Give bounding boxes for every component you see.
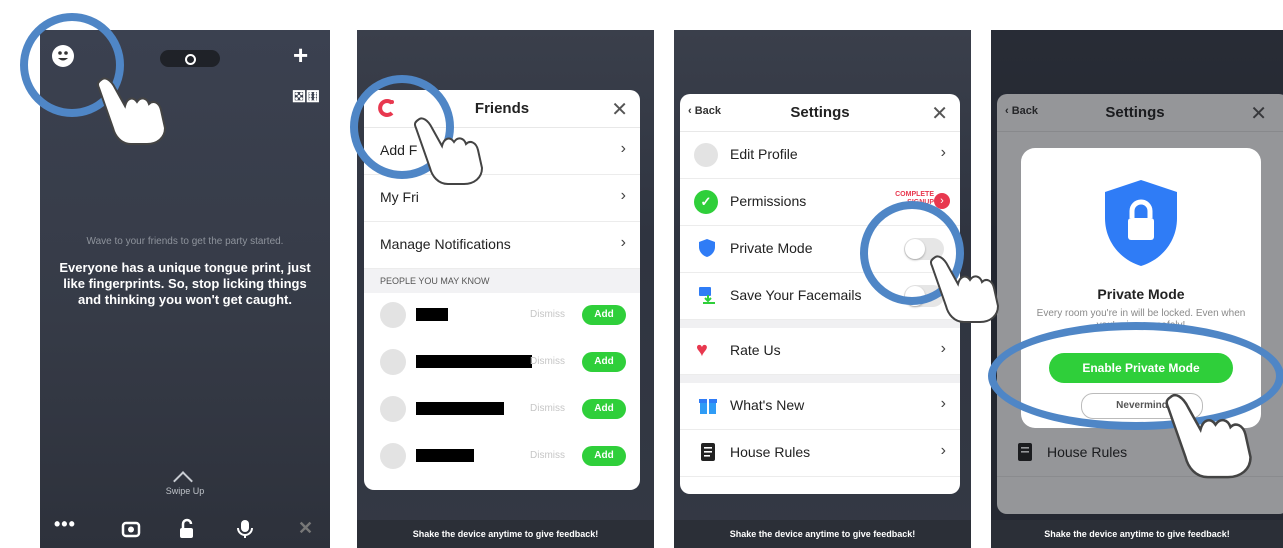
whats-new-row[interactable]: What's New › xyxy=(680,383,960,430)
dismiss-button[interactable]: Dismiss xyxy=(530,403,565,414)
page-title: Settings xyxy=(790,104,850,121)
dismiss-button[interactable]: Dismiss xyxy=(530,450,565,461)
dismiss-button[interactable]: Dismiss xyxy=(530,356,565,367)
pointing-hand-icon xyxy=(412,112,492,187)
heart-icon: ♥ xyxy=(696,339,708,361)
pointing-hand-icon xyxy=(1163,384,1263,484)
unlock-icon[interactable] xyxy=(176,518,198,545)
add-button[interactable]: Add xyxy=(582,305,626,325)
list-item: Dismiss Add xyxy=(364,387,640,433)
list-item: Dismiss Add xyxy=(364,293,640,339)
redacted-name xyxy=(416,308,448,321)
house-rules-row[interactable]: House Rules › xyxy=(680,430,960,477)
list-item: Dismiss Add xyxy=(364,434,640,480)
feedback-banner: Shake the device anytime to give feedbac… xyxy=(357,520,654,548)
avatar xyxy=(380,302,406,328)
gift-icon xyxy=(698,395,718,420)
chevron-right-icon: › xyxy=(940,340,946,357)
plus-icon[interactable]: + xyxy=(293,40,308,71)
section-header: PEOPLE YOU MAY KNOW xyxy=(364,269,640,293)
avatar xyxy=(380,396,406,422)
my-friends-row[interactable]: My Fri › xyxy=(364,175,640,222)
avatar xyxy=(380,443,406,469)
document-icon xyxy=(700,442,716,467)
more-icon[interactable]: ••• xyxy=(54,514,76,535)
fun-fact: Everyone has a unique tongue print, just… xyxy=(59,260,311,307)
close-icon[interactable]: ✕ xyxy=(931,101,948,126)
flip-camera-icon[interactable] xyxy=(120,518,142,545)
bottom-toolbar: ••• ✕ xyxy=(40,510,330,548)
dismiss-button[interactable]: Dismiss xyxy=(530,309,565,320)
avatar xyxy=(380,349,406,375)
shield-icon xyxy=(698,238,716,263)
chevron-right-icon: › xyxy=(620,234,626,251)
redacted-name xyxy=(416,355,532,368)
feedback-banner: Shake the device anytime to give feedbac… xyxy=(991,520,1283,548)
chevron-right-icon: › xyxy=(940,144,946,161)
divider xyxy=(680,320,960,328)
chevron-right-icon: › xyxy=(620,187,626,204)
chevron-right-icon: › xyxy=(620,140,626,157)
add-button[interactable]: Add xyxy=(582,352,626,372)
chevron-right-icon: › xyxy=(940,395,946,412)
avatar xyxy=(694,143,718,167)
manage-notifications-row[interactable]: Manage Notifications › xyxy=(364,222,640,269)
close-icon[interactable]: ✕ xyxy=(298,518,313,539)
pointing-hand-icon xyxy=(95,72,175,147)
list-item: Dismiss Add xyxy=(364,340,640,386)
download-mail-icon xyxy=(698,285,718,310)
settings-header: ‹ Back Settings ✕ xyxy=(680,94,960,132)
pointing-hand-icon xyxy=(928,250,1008,325)
microphone-icon[interactable] xyxy=(234,518,256,545)
checkmark-icon: ✓ xyxy=(694,190,718,214)
divider xyxy=(680,375,960,383)
close-icon[interactable]: ✕ xyxy=(611,97,628,122)
room-lock-pill[interactable] xyxy=(160,50,220,67)
dice-icon[interactable]: ⚄⚅ xyxy=(292,87,320,107)
lock-shield-icon xyxy=(1101,178,1181,273)
rate-us-row[interactable]: ♥ Rate Us › xyxy=(680,328,960,375)
edit-profile-row[interactable]: Edit Profile › xyxy=(680,132,960,179)
swipe-up-label: Swipe Up xyxy=(165,486,205,496)
add-button[interactable]: Add xyxy=(582,399,626,419)
feedback-banner: Shake the device anytime to give feedbac… xyxy=(674,520,971,548)
add-button[interactable]: Add xyxy=(582,446,626,466)
wave-hint: Wave to your friends to get the party st… xyxy=(86,236,284,247)
chevron-right-icon: › xyxy=(940,442,946,459)
modal-title: Private Mode xyxy=(1097,286,1185,302)
redacted-name xyxy=(416,402,504,415)
redacted-name xyxy=(416,449,474,462)
